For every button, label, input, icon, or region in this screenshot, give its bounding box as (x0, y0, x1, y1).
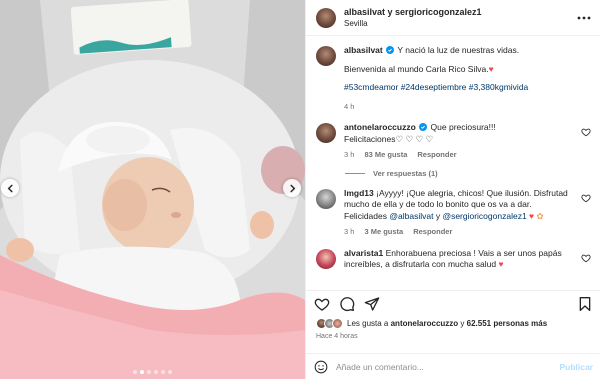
caption-avatar[interactable] (316, 46, 336, 66)
reply-button[interactable]: Responder (413, 226, 452, 238)
comment-button[interactable] (339, 296, 355, 312)
carousel-dot (161, 370, 165, 374)
previous-photo-button[interactable] (1, 179, 19, 197)
red-heart-emoji: ♥ (488, 63, 494, 74)
carousel-dot (133, 370, 137, 374)
likes-prefix: Les gusta a (347, 319, 389, 328)
caption-meta: 4 h (344, 101, 591, 113)
comment-icon (340, 296, 355, 311)
red-heart-emoji: ♥ (529, 210, 535, 221)
post-photo[interactable] (0, 0, 305, 379)
caption-username[interactable]: albasilvat (344, 45, 383, 55)
comment-username[interactable]: alvarista1 (344, 248, 383, 258)
likes-count[interactable]: 62.551 personas más (467, 319, 548, 328)
like-button[interactable] (314, 296, 330, 312)
more-icon (577, 16, 591, 19)
caption-body: albasilvat Y nació la luz de nuestras vi… (344, 45, 591, 112)
post-timestamp[interactable]: Hace 4 horas (316, 333, 358, 340)
action-bar (306, 290, 600, 316)
chevron-right-icon (289, 184, 295, 192)
comment-age: 3 h (344, 227, 355, 236)
verified-icon (419, 123, 428, 131)
newborn-photo-illustration (0, 0, 305, 379)
heart-icon (314, 298, 330, 311)
chevron-left-icon (7, 184, 13, 192)
carousel-dot (154, 370, 158, 374)
comment: lmgd13 ¡Ayyyy! ¡Que alegria, chicos! Que… (316, 188, 591, 238)
author-avatar[interactable] (316, 7, 336, 28)
likes-joiner: y (460, 319, 465, 328)
liker-avatar (332, 318, 343, 329)
share-button[interactable] (364, 296, 380, 312)
caption-line-1: Y nació la luz de nuestras vidas. (397, 45, 520, 55)
comments-feed[interactable]: albasilvat Y nació la luz de nuestras vi… (306, 37, 600, 285)
likes-user[interactable]: antonelaroccuzzo (391, 319, 459, 328)
comment-meta: 3 h 3 Me gusta Responder (344, 226, 575, 238)
liker-avatars (316, 318, 343, 329)
comment: antonelaroccuzzo Que preciosura!!! Felic… (316, 122, 591, 161)
comment-meta: 3 h 83 Me gusta Responder (344, 149, 575, 161)
replies-divider (345, 172, 365, 174)
comment-mention[interactable]: @sergioricogonzalez1 (442, 211, 526, 221)
share-icon (364, 296, 380, 311)
red-heart-emoji: ♥ (498, 259, 504, 269)
next-photo-button[interactable] (283, 179, 301, 197)
comment-age: 3 h (344, 150, 355, 159)
reply-button[interactable]: Responder (417, 149, 456, 161)
bookmark-icon (579, 296, 591, 311)
caption-line-2: Bienvenida al mundo Carla Rico Silva. (344, 63, 489, 74)
comment: alvarista1 Enhorabuena preciosa ! Vais a… (316, 248, 591, 271)
post-header-text: albasilvat y sergioricogonzalez1 Sevilla (344, 7, 576, 29)
comment-mention[interactable]: @albasilvat (389, 211, 433, 221)
post-details-panel: albasilvat y sergioricogonzalez1 Sevilla… (305, 0, 600, 379)
comment-body: alvarista1 Enhorabuena preciosa ! Vais a… (344, 248, 575, 271)
caption: albasilvat Y nació la luz de nuestras vi… (316, 45, 591, 112)
post-header: albasilvat y sergioricogonzalez1 Sevilla (306, 0, 600, 36)
comment-body: lmgd13 ¡Ayyyy! ¡Que alegria, chicos! Que… (344, 188, 575, 238)
comment-body: antonelaroccuzzo Que preciosura!!! Felic… (344, 122, 575, 161)
likes-summary: Les gusta a antonelaroccuzzo y 62.551 pe… (316, 318, 547, 329)
comment-avatar[interactable] (316, 123, 336, 143)
verified-icon (386, 46, 395, 54)
comment-username[interactable]: lmgd13 (344, 188, 374, 198)
carousel-dot (147, 370, 151, 374)
comment-input[interactable] (336, 361, 560, 372)
comment-likes[interactable]: 3 Me gusta (364, 226, 403, 238)
more-options-button[interactable] (576, 10, 592, 26)
like-comment-heart-icon[interactable] (581, 193, 591, 203)
caption-age: 4 h (344, 101, 355, 111)
save-button[interactable] (577, 296, 593, 312)
publish-button[interactable]: Publicar (559, 362, 593, 372)
comment-text-2: Felicitaciones♡ ♡ ♡ ♡ (344, 133, 434, 144)
caption-hashtags[interactable]: #53cmdeamor #24deseptiembre #3,380kgmivi… (344, 82, 591, 94)
comment-avatar[interactable] (316, 248, 336, 269)
comment-composer: Publicar (306, 353, 600, 379)
carousel-dot (140, 370, 144, 374)
like-comment-heart-icon[interactable] (581, 253, 591, 263)
raised-hands-emoji: ✿ (536, 210, 544, 221)
instagram-post: albasilvat y sergioricogonzalez1 Sevilla… (0, 0, 600, 379)
like-comment-heart-icon[interactable] (581, 127, 591, 137)
post-location[interactable]: Sevilla (344, 18, 576, 29)
comment-username[interactable]: antonelaroccuzzo (344, 122, 416, 132)
carousel-dot (168, 370, 172, 374)
comment-avatar[interactable] (316, 188, 336, 209)
view-replies-label: Ver respuestas (1) (373, 168, 438, 178)
comment-text: Que preciosura!!! (430, 122, 496, 132)
comment-likes[interactable]: 83 Me gusta (364, 149, 407, 161)
view-replies-button[interactable]: Ver respuestas (1) (345, 169, 591, 178)
post-authors[interactable]: albasilvat y sergioricogonzalez1 (344, 7, 576, 18)
carousel-indicator (0, 370, 305, 374)
emoji-icon[interactable] (314, 360, 328, 374)
